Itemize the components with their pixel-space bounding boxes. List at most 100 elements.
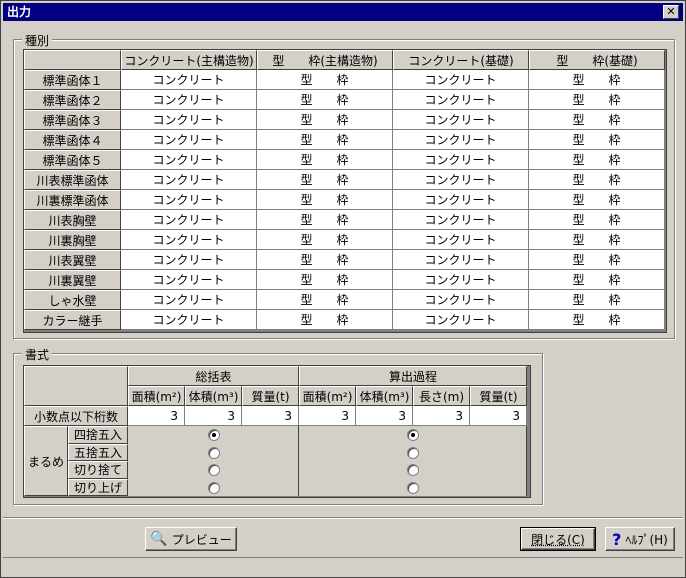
kind-cell[interactable]: 型 枠 bbox=[529, 130, 665, 150]
kind-cell[interactable]: コンクリート bbox=[393, 90, 529, 110]
rounding-label: まるめ bbox=[24, 426, 68, 496]
kind-cell[interactable]: コンクリート bbox=[393, 290, 529, 310]
kind-cell[interactable]: 型 枠 bbox=[257, 290, 393, 310]
kind-row-header: 川裏標準函体 bbox=[24, 190, 121, 210]
rounding-calc-radio[interactable] bbox=[407, 464, 419, 476]
decimal-places-label: 小数点以下桁数 bbox=[24, 406, 128, 426]
help-button[interactable]: ? ﾍﾙﾌﾟ(H) bbox=[605, 527, 675, 551]
decimal-places-input[interactable]: 3 bbox=[242, 406, 299, 426]
kind-cell[interactable]: コンクリート bbox=[393, 230, 529, 250]
kind-cell[interactable]: コンクリート bbox=[121, 190, 257, 210]
kind-row-header: カラー継手 bbox=[24, 310, 121, 330]
kind-cell[interactable]: コンクリート bbox=[121, 290, 257, 310]
kind-cell[interactable]: 型 枠 bbox=[529, 250, 665, 270]
decimal-places-input[interactable]: 3 bbox=[470, 406, 527, 426]
kind-row-header: 川裏胸壁 bbox=[24, 230, 121, 250]
kind-cell[interactable]: コンクリート bbox=[121, 70, 257, 90]
help-icon: ? bbox=[612, 529, 622, 549]
kind-cell[interactable]: コンクリート bbox=[121, 250, 257, 270]
rounding-summary-radio[interactable] bbox=[208, 464, 220, 476]
kind-cell[interactable]: 型 枠 bbox=[529, 210, 665, 230]
kind-cell[interactable]: 型 枠 bbox=[257, 170, 393, 190]
kind-cell[interactable]: コンクリート bbox=[121, 130, 257, 150]
rounding-calc-area bbox=[299, 426, 527, 496]
kind-cell[interactable]: 型 枠 bbox=[529, 70, 665, 90]
kind-row-header: しゃ水壁 bbox=[24, 290, 121, 310]
kind-cell[interactable]: 型 枠 bbox=[257, 250, 393, 270]
decimal-places-input[interactable]: 3 bbox=[413, 406, 470, 426]
close-icon[interactable]: ✕ bbox=[663, 5, 679, 19]
kind-cell[interactable]: 型 枠 bbox=[257, 110, 393, 130]
kind-cell[interactable]: コンクリート bbox=[393, 130, 529, 150]
kind-cell[interactable]: 型 枠 bbox=[257, 150, 393, 170]
kind-cell[interactable]: 型 枠 bbox=[257, 310, 393, 330]
kind-cell[interactable]: 型 枠 bbox=[257, 270, 393, 290]
kind-cell[interactable]: コンクリート bbox=[393, 150, 529, 170]
kind-cell[interactable]: コンクリート bbox=[393, 190, 529, 210]
kind-cell[interactable]: コンクリート bbox=[121, 110, 257, 130]
format-corner bbox=[24, 366, 128, 406]
kind-cell[interactable]: コンクリート bbox=[121, 210, 257, 230]
kind-cell[interactable]: 型 枠 bbox=[529, 150, 665, 170]
kind-row-header: 標準函体４ bbox=[24, 130, 121, 150]
kind-cell[interactable]: コンクリート bbox=[121, 150, 257, 170]
kind-column-header bbox=[24, 50, 121, 70]
kind-row-header: 標準函体３ bbox=[24, 110, 121, 130]
kind-cell[interactable]: コンクリート bbox=[121, 310, 257, 330]
kind-cell[interactable]: 型 枠 bbox=[529, 190, 665, 210]
unit-column-header: 長さ(m) bbox=[413, 386, 470, 406]
kind-cell[interactable]: 型 枠 bbox=[529, 230, 665, 250]
kind-cell[interactable]: コンクリート bbox=[393, 70, 529, 90]
close-label: 閉じる(C) bbox=[531, 532, 585, 547]
decimal-places-input[interactable]: 3 bbox=[299, 406, 356, 426]
kind-row-header: 川表標準函体 bbox=[24, 170, 121, 190]
kind-cell[interactable]: コンクリート bbox=[121, 230, 257, 250]
kind-cell[interactable]: 型 枠 bbox=[529, 90, 665, 110]
kind-cell[interactable]: 型 枠 bbox=[257, 210, 393, 230]
unit-column-header: 面積(m²) bbox=[128, 386, 185, 406]
kind-cell[interactable]: コンクリート bbox=[121, 90, 257, 110]
decimal-places-input[interactable]: 3 bbox=[185, 406, 242, 426]
preview-button[interactable]: 🔍 プレビュー bbox=[145, 527, 237, 551]
rounding-summary-radio[interactable] bbox=[208, 446, 220, 459]
kind-row-header: 川表胸壁 bbox=[24, 210, 121, 230]
rounding-calc-radio[interactable] bbox=[407, 429, 419, 441]
kind-cell[interactable]: 型 枠 bbox=[529, 270, 665, 290]
rounding-calc-radio[interactable] bbox=[407, 446, 419, 459]
kind-table: コンクリート(主構造物) 型 枠(主構造物) コンクリート(基礎) 型 枠(基礎) 標準… bbox=[23, 49, 667, 333]
rounding-summary-radio[interactable] bbox=[208, 481, 220, 494]
help-label: ﾍﾙﾌﾟ(H) bbox=[625, 532, 668, 547]
kind-cell[interactable]: コンクリート bbox=[393, 170, 529, 190]
close-button[interactable]: 閉じる(C) bbox=[520, 527, 596, 551]
status-bar bbox=[3, 557, 683, 576]
kind-cell[interactable]: コンクリート bbox=[121, 270, 257, 290]
output-dialog: 出力 ✕ 種別 コンクリート(主構造物) 型 枠(主構造物) コンクリート(基礎) 型… bbox=[0, 0, 686, 578]
kind-cell[interactable]: コンクリート bbox=[393, 210, 529, 230]
kind-cell[interactable]: 型 枠 bbox=[529, 310, 665, 330]
decimal-places-input[interactable]: 3 bbox=[356, 406, 413, 426]
kind-cell[interactable]: コンクリート bbox=[393, 310, 529, 330]
unit-column-header: 質量(t) bbox=[470, 386, 527, 406]
rounding-option-label: 切り捨て bbox=[68, 461, 128, 479]
rounding-option-label: 五捨五入 bbox=[68, 443, 128, 461]
rounding-summary-radio[interactable] bbox=[208, 429, 220, 441]
kind-cell[interactable]: 型 枠 bbox=[257, 130, 393, 150]
kind-cell[interactable]: 型 枠 bbox=[257, 230, 393, 250]
kind-row-header: 標準函体５ bbox=[24, 150, 121, 170]
decimal-places-input[interactable]: 3 bbox=[128, 406, 185, 426]
kind-cell[interactable]: 型 枠 bbox=[529, 110, 665, 130]
kind-cell[interactable]: 型 枠 bbox=[257, 70, 393, 90]
kind-cell[interactable]: 型 枠 bbox=[529, 170, 665, 190]
kind-cell[interactable]: コンクリート bbox=[121, 170, 257, 190]
kind-cell[interactable]: コンクリート bbox=[393, 250, 529, 270]
kind-cell[interactable]: 型 枠 bbox=[257, 190, 393, 210]
rounding-option-label: 四捨五入 bbox=[68, 426, 128, 444]
rounding-calc-radio[interactable] bbox=[407, 481, 419, 494]
kind-cell[interactable]: コンクリート bbox=[393, 270, 529, 290]
summary-group-header: 総括表 bbox=[128, 366, 299, 386]
kind-cell[interactable]: 型 枠 bbox=[257, 90, 393, 110]
preview-icon: 🔍 bbox=[150, 531, 168, 547]
kind-cell[interactable]: コンクリート bbox=[393, 110, 529, 130]
kind-cell[interactable]: 型 枠 bbox=[529, 290, 665, 310]
unit-column-header: 体積(m³) bbox=[356, 386, 413, 406]
